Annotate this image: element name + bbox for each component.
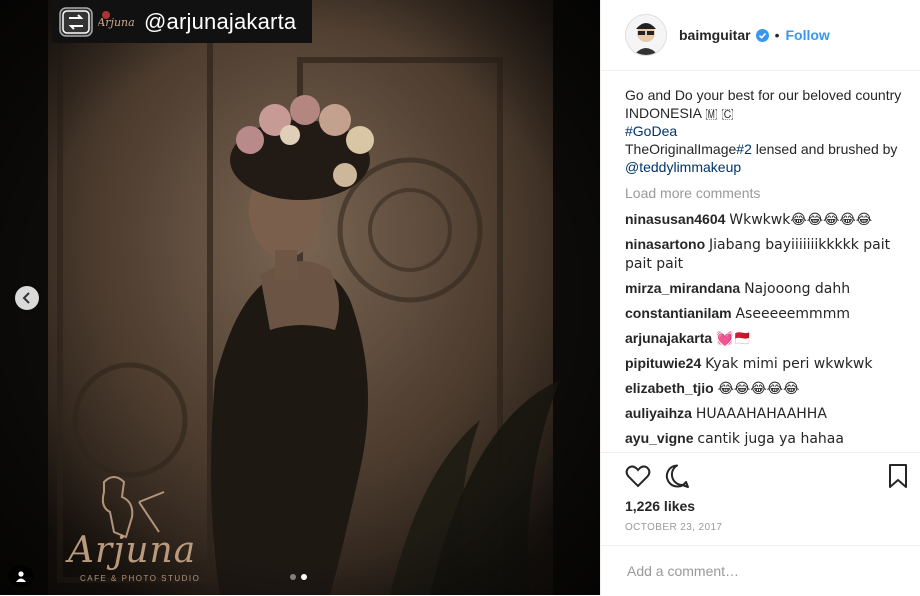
carousel-dot-active [301, 574, 307, 580]
caption-text: Go and Do your best for our beloved coun… [625, 87, 902, 121]
repost-handle: @arjunajakarta [144, 8, 297, 34]
comment-text: HUAAAHAHAAHHA [695, 406, 827, 422]
comment-username[interactable]: constantianilam [625, 305, 732, 321]
comment-username[interactable]: mirza_mirandana [625, 280, 740, 296]
verified-badge-icon [755, 28, 769, 42]
caption-text-2: TheOriginalImage [625, 141, 737, 157]
comment-text: Najooong dahh [744, 281, 851, 297]
like-button[interactable] [625, 463, 651, 489]
comments-list[interactable]: Go and Do your best for our beloved coun… [625, 86, 913, 452]
carousel-indicator [290, 574, 307, 580]
comment-item: ninasartono Jiabang bayiiiiiiikkkkk pait… [625, 235, 913, 273]
post-sidebar: baimguitar • Follow Go and Do your best … [600, 0, 920, 595]
comment-username[interactable]: auliyaihza [625, 405, 692, 421]
comment-text: Wkwkwk😂😂😂😂😂 [729, 212, 873, 228]
comment-text: 😂😂😂😂😂 [717, 381, 800, 397]
comment-item: elizabeth_tjio 😂😂😂😂😂 [625, 379, 913, 398]
comment-text: 💓🇲🇨 [716, 331, 751, 347]
arjuna-logo-icon: Arjuna [96, 4, 136, 40]
carousel-dot [290, 574, 296, 580]
comment-username[interactable]: pipituwie24 [625, 355, 701, 371]
add-comment-bar [601, 545, 920, 596]
comment-username[interactable]: ninasartono [625, 236, 705, 252]
post-header: baimguitar • Follow [601, 0, 920, 71]
load-more-comments-button[interactable]: Load more comments [625, 184, 913, 202]
heart-icon [625, 465, 651, 488]
watermark-subtitle: CAFE & PHOTO STUDIO [80, 574, 201, 583]
mention-link[interactable]: @teddylimmakeup [625, 159, 741, 175]
hashtag-link[interactable]: #2 [736, 141, 752, 157]
comment-text: Aseeeeemmmm [735, 306, 850, 322]
comment-text: Kyak mimi peri wkwkwk [705, 356, 873, 372]
follow-button[interactable]: Follow [785, 27, 829, 43]
post-caption: Go and Do your best for our beloved coun… [625, 86, 913, 176]
comment-item: arjunajakarta 💓🇲🇨 [625, 329, 913, 348]
comment-item: ayu_vigne cantik juga ya hahaa [625, 429, 913, 448]
chevron-left-icon [22, 292, 30, 304]
likes-count[interactable]: 1,226 likes [625, 498, 695, 514]
repost-app-icon [56, 4, 96, 40]
repost-banner: Arjuna @arjunajakarta [52, 0, 312, 43]
comment-item: auliyaihza HUAAAHAHAAHHA [625, 404, 913, 423]
comment-username[interactable]: ninasusan4604 [625, 211, 725, 227]
comment-item: pipituwie24 Kyak mimi peri wkwkwk [625, 354, 913, 373]
comment-item: mirza_mirandana Najooong dahh [625, 279, 913, 298]
save-button[interactable] [887, 463, 913, 489]
comment-button[interactable] [664, 463, 690, 489]
header-separator: • [774, 27, 780, 43]
watermark-brand: Arjuna [68, 530, 197, 571]
user-tag-icon [16, 571, 26, 582]
post-media: Arjuna @arjunajakarta Arjuna CAFE & PHOT… [0, 0, 600, 595]
comment-text: cantik juga ya hahaa [697, 431, 844, 447]
carousel-prev-button[interactable] [15, 286, 39, 310]
tagged-users-button[interactable] [8, 565, 34, 587]
caption-text-3: lensed and brushed by [751, 141, 898, 157]
comment-input[interactable] [625, 560, 899, 582]
hashtag-link[interactable]: #GoDea [625, 123, 677, 139]
comment-item: constantianilam Aseeeeemmmm [625, 304, 913, 323]
post-date: OCTOBER 23, 2017 [625, 522, 723, 533]
comment-username[interactable]: elizabeth_tjio [625, 380, 714, 396]
post-actions [601, 452, 920, 497]
comment-username[interactable]: ayu_vigne [625, 430, 693, 446]
comment-username[interactable]: arjunajakarta [625, 330, 712, 346]
avatar[interactable] [625, 14, 667, 56]
comment-bubble-icon [665, 464, 689, 488]
post-username[interactable]: baimguitar [679, 27, 751, 43]
comment-item: ninasusan4604 Wkwkwk😂😂😂😂😂 [625, 210, 913, 229]
bookmark-icon [889, 464, 907, 488]
